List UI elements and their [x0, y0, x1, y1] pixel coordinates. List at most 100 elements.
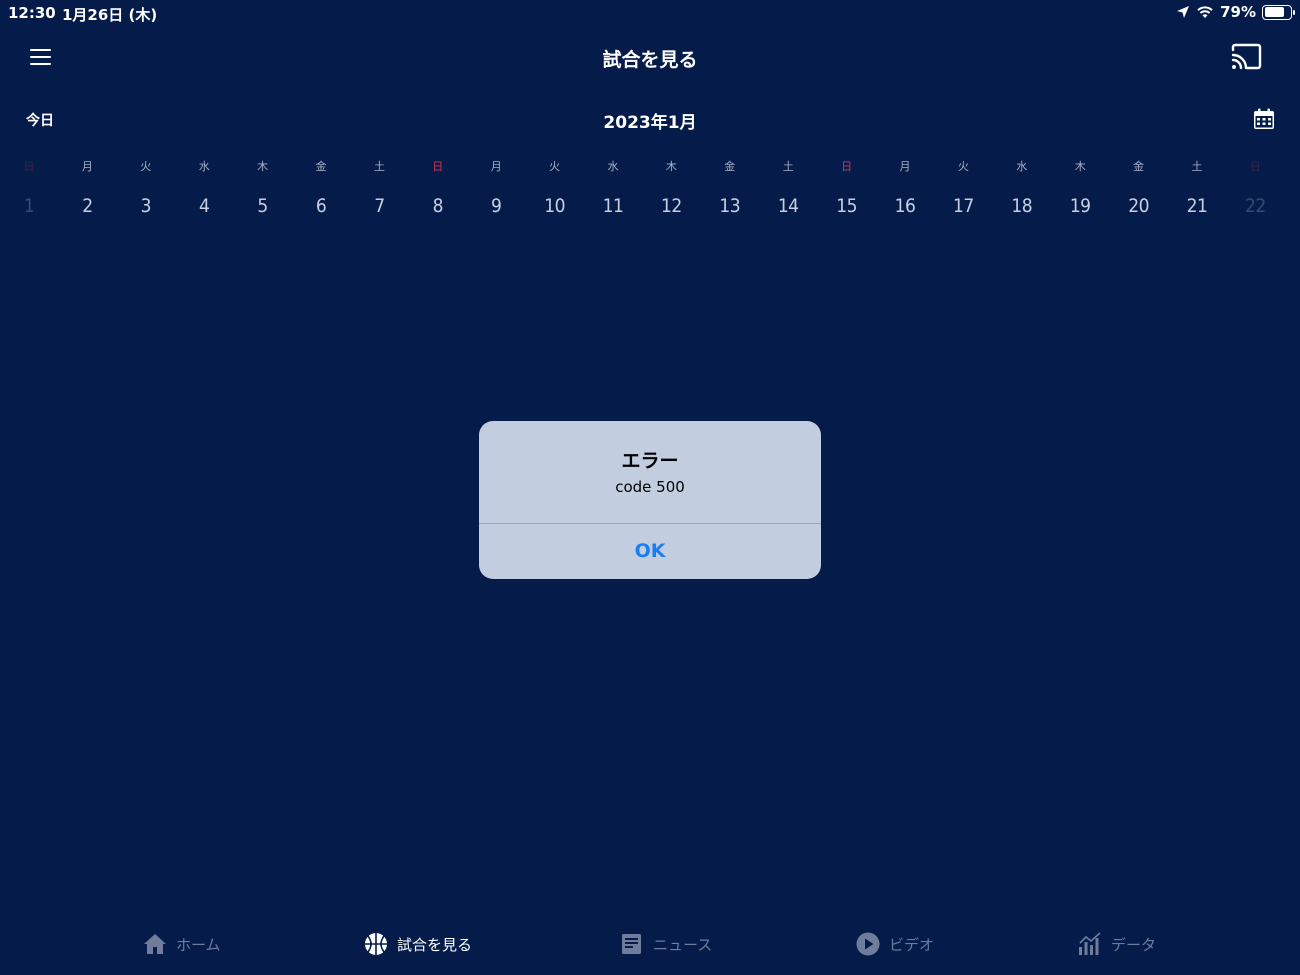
day-number: 11: [602, 195, 624, 217]
date-item[interactable]: 日 15: [827, 155, 867, 217]
tab-label: データ: [1111, 935, 1157, 954]
tab-news[interactable]: ニュース: [619, 920, 712, 968]
battery-level: [1264, 7, 1285, 17]
weekday-label: 火: [140, 160, 152, 173]
date-item[interactable]: 水 18: [1002, 155, 1042, 217]
date-item[interactable]: 金 13: [710, 155, 750, 217]
alert-ok-button[interactable]: OK: [479, 524, 821, 579]
date-item[interactable]: 土 21: [1177, 155, 1217, 217]
chart-icon: [1079, 932, 1101, 955]
day-number: 13: [719, 195, 741, 217]
tab-label: ビデオ: [889, 935, 935, 954]
location-arrow-icon: [1177, 6, 1190, 18]
status-time: 12:30: [8, 4, 56, 22]
date-item[interactable]: 木 19: [1060, 155, 1100, 217]
weekday-label: 火: [549, 160, 561, 173]
day-number: 5: [257, 195, 268, 217]
weekday-label: 土: [373, 160, 385, 173]
tab-home[interactable]: ホーム: [142, 920, 221, 968]
page-title: 試合を見る: [602, 49, 698, 71]
date-item[interactable]: 月9: [476, 155, 516, 217]
weekday-label: 土: [1191, 160, 1203, 173]
day-number: 18: [1011, 195, 1033, 217]
day-number: 21: [1186, 195, 1208, 217]
play-circle-icon: [856, 932, 880, 956]
error-alert-dialog: エラー code 500 OK: [479, 421, 821, 579]
date-item[interactable]: 土 14: [768, 155, 808, 217]
date-item[interactable]: 月 16: [885, 155, 925, 217]
weekday-label: 木: [257, 160, 269, 173]
tab-label: ホーム: [176, 935, 221, 954]
day-number: 7: [374, 195, 385, 217]
weekday-label: 日: [841, 160, 853, 173]
alert-title: エラー: [621, 450, 679, 472]
date-item[interactable]: 日 22: [1235, 155, 1275, 217]
status-bar: 12:30 1月26日 (木) 79%: [0, 0, 1300, 26]
day-number: 8: [432, 195, 444, 217]
battery-icon: [1262, 4, 1295, 20]
day-number: 22: [1245, 195, 1266, 217]
month-label: 2023年1月: [603, 113, 697, 133]
weekday-label: 木: [665, 160, 677, 173]
weekday-label: 金: [724, 160, 736, 173]
tab-data[interactable]: データ: [1077, 920, 1156, 968]
tab-label: 試合を見る: [397, 935, 473, 954]
day-number: 3: [140, 195, 152, 217]
weekday-label: 水: [607, 160, 619, 173]
weekday-label: 金: [315, 160, 327, 173]
date-item[interactable]: 土7: [359, 155, 399, 217]
day-number: 1: [23, 195, 35, 217]
date-item[interactable]: 日8: [418, 155, 458, 217]
app-header: 試合を見る: [0, 34, 1300, 80]
weekday-label: 水: [1016, 160, 1028, 173]
day-number: 14: [777, 195, 799, 217]
date-item[interactable]: 金 20: [1119, 155, 1159, 217]
tab-watch-games[interactable]: 試合を見る: [363, 920, 472, 968]
day-number: 16: [894, 195, 916, 217]
calendar-icon[interactable]: [1252, 107, 1276, 131]
date-item[interactable]: 木5: [243, 155, 283, 217]
day-number: 6: [315, 195, 327, 217]
date-item[interactable]: 日1: [9, 155, 49, 217]
tab-video[interactable]: ビデオ: [855, 920, 934, 968]
day-number: 19: [1069, 195, 1091, 217]
day-number: 2: [82, 195, 93, 217]
date-item[interactable]: 金6: [301, 155, 341, 217]
status-indicators: 79%: [1176, 3, 1295, 21]
weekday-label: 月: [490, 160, 502, 173]
weekday-label: 水: [198, 160, 210, 173]
day-number: 9: [491, 195, 502, 217]
weekday-label: 日: [432, 160, 444, 173]
home-icon: [144, 934, 166, 954]
status-date: 1月26日 (木): [62, 6, 158, 24]
battery-percent: 79%: [1220, 3, 1256, 21]
date-item[interactable]: 水 11: [593, 155, 633, 217]
wifi-icon: [1197, 6, 1213, 18]
date-item[interactable]: 月2: [67, 155, 107, 217]
weekday-label: 火: [957, 160, 969, 173]
weekday-label: 月: [899, 160, 911, 173]
date-strip[interactable]: 日 1 月 2 火 3 水 4 木 5 金 6 土 7 日 8 月 9 火 10 水 11 木 12 金 13 土 14 日 15 月 16 火…: [0, 155, 1300, 235]
news-icon: [622, 934, 641, 954]
weekday-label: 日: [1249, 160, 1261, 173]
date-item[interactable]: 木 12: [651, 155, 691, 217]
day-number: 4: [199, 195, 210, 217]
weekday-label: 金: [1133, 160, 1145, 173]
day-number: 10: [544, 195, 565, 217]
day-number: 17: [953, 195, 974, 217]
alert-message: code 500: [615, 478, 685, 496]
day-number: 15: [836, 195, 857, 217]
weekday-label: 土: [782, 160, 794, 173]
tab-label: ニュース: [653, 935, 713, 954]
date-item[interactable]: 水4: [184, 155, 224, 217]
day-number: 12: [661, 195, 682, 217]
date-item[interactable]: 火 10: [535, 155, 575, 217]
tab-bar: ホーム 試合を見る ニュース ビデオ データ: [0, 920, 1300, 970]
basketball-icon: [365, 933, 387, 955]
day-number: 20: [1128, 195, 1149, 217]
weekday-label: 木: [1074, 160, 1086, 173]
cast-icon[interactable]: [1229, 42, 1263, 72]
weekday-label: 日: [23, 160, 35, 173]
date-item[interactable]: 火 17: [943, 155, 983, 217]
date-item[interactable]: 火3: [126, 155, 166, 217]
